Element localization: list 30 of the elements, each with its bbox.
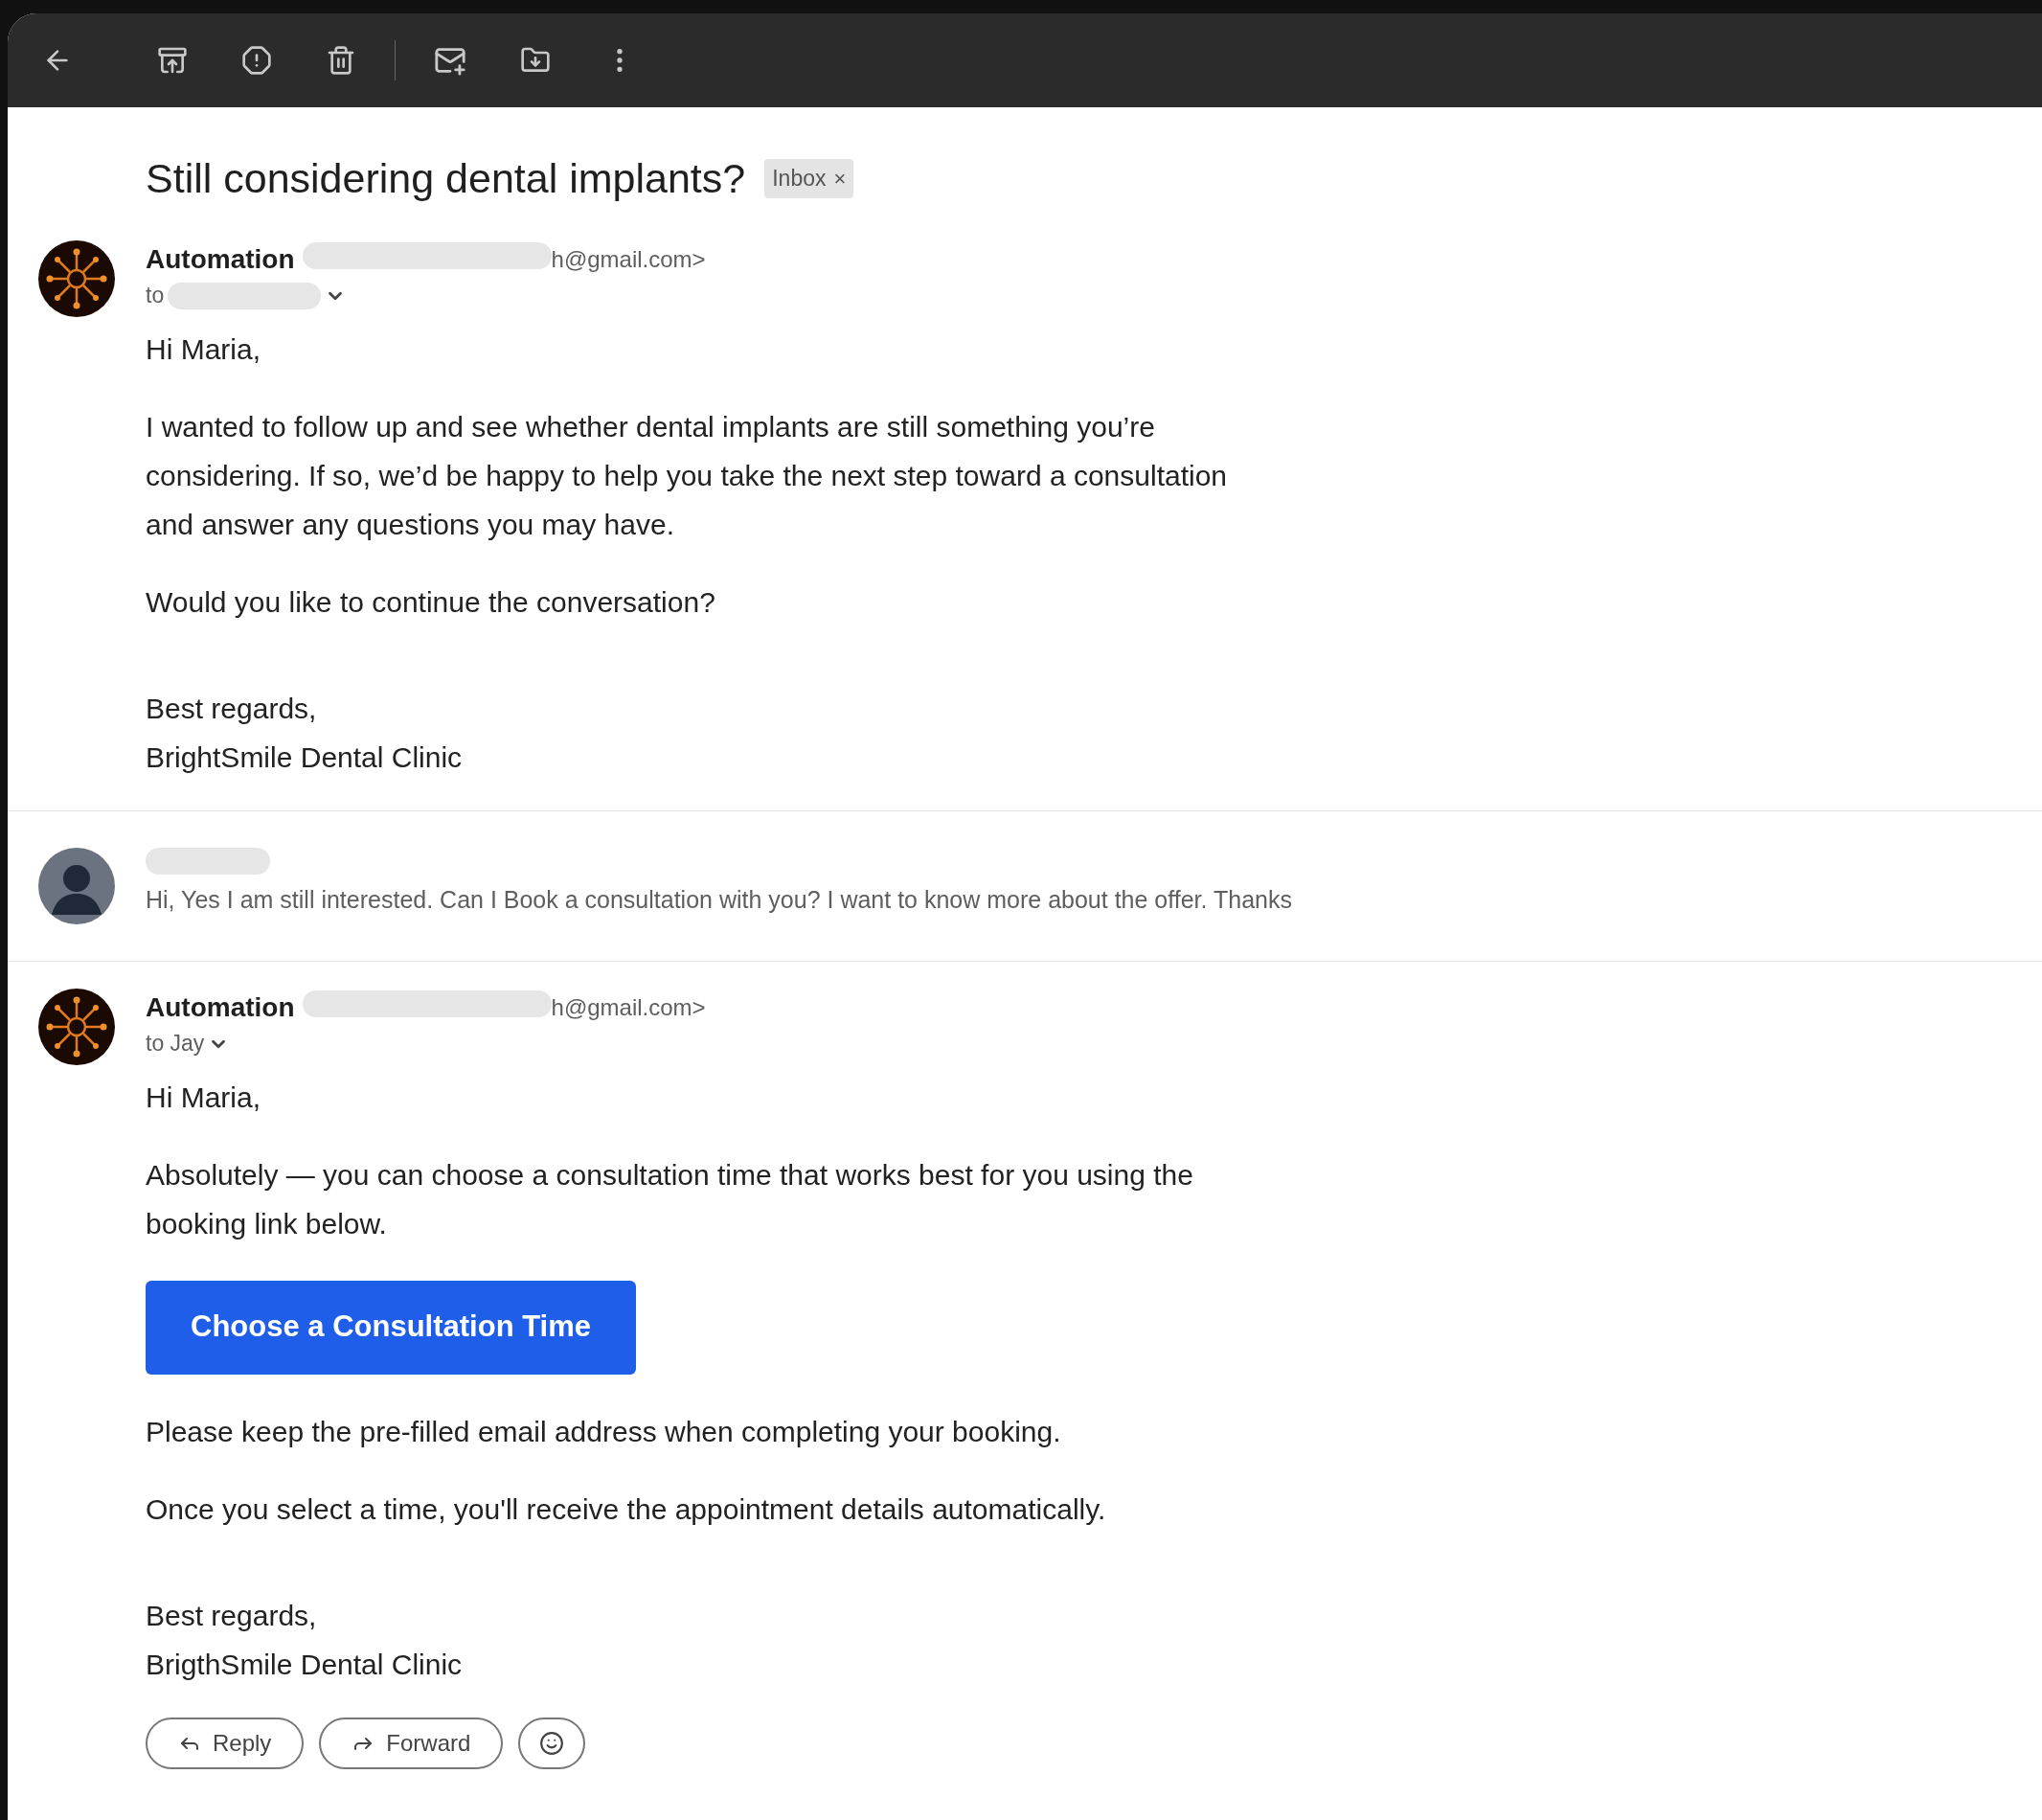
archive-icon[interactable] (157, 45, 188, 76)
consultation-button[interactable]: Choose a Consultation Time (146, 1280, 636, 1375)
sender-email: h@gmail.com> (551, 244, 706, 274)
message-snippet: Hi, Yes I am still interested. Can I Book a consultation with you? I want to know more about the offer. Thanks (146, 884, 1292, 915)
message-paragraph: Absolutely — you can choose a consultation time that works best for you using the booking link below. (146, 1157, 1194, 1241)
sender-name: Automation (146, 242, 295, 276)
email-subject: Still considering dental implants? (146, 154, 746, 203)
message-paragraph: Once you select a time, you'll receive the appointment details automatically. (146, 1491, 1107, 1527)
signature-line: BrigthSmile Dental Clinic (146, 1647, 464, 1682)
sender-email: h@gmail.com> (551, 992, 706, 1022)
sender-name: Automation (146, 990, 295, 1024)
label-chip: Inbox × (764, 159, 854, 198)
recipient-text: to (146, 282, 165, 310)
signature-line: BrightSmile Dental Clinic (146, 739, 464, 775)
message-paragraph: Hi Maria, (146, 331, 261, 367)
smiley-icon (539, 1730, 565, 1756)
recipient-text: to Jay (146, 1030, 205, 1058)
remove-label-button[interactable]: × (833, 162, 847, 194)
reply-button[interactable]: Reply (146, 1717, 305, 1769)
report-spam-icon[interactable] (241, 45, 272, 76)
message-paragraph: Hi Maria, (146, 1080, 261, 1115)
message-paragraph: I wanted to follow up and see whether dental implants are still something you’re considering. If so, we’d be happy to help you take the next step toward a consultation and answer any questions you may have. (146, 409, 1229, 542)
collapsed-message[interactable]: Hi, Yes I am still interested. Can I Book a consultation with you? I want to know more about the offer. Thanks (8, 809, 2042, 962)
emoji-button[interactable] (518, 1717, 586, 1769)
signature-line: Best regards, (146, 691, 318, 726)
message-paragraph: Would you like to continue the conversation? (146, 584, 716, 620)
message-paragraph: Please keep the pre-filled email address when completing your booking. (146, 1414, 1062, 1449)
delete-icon[interactable] (326, 45, 356, 76)
signature-line: Best regards, (146, 1598, 318, 1633)
forward-button[interactable]: Forward (319, 1717, 504, 1769)
